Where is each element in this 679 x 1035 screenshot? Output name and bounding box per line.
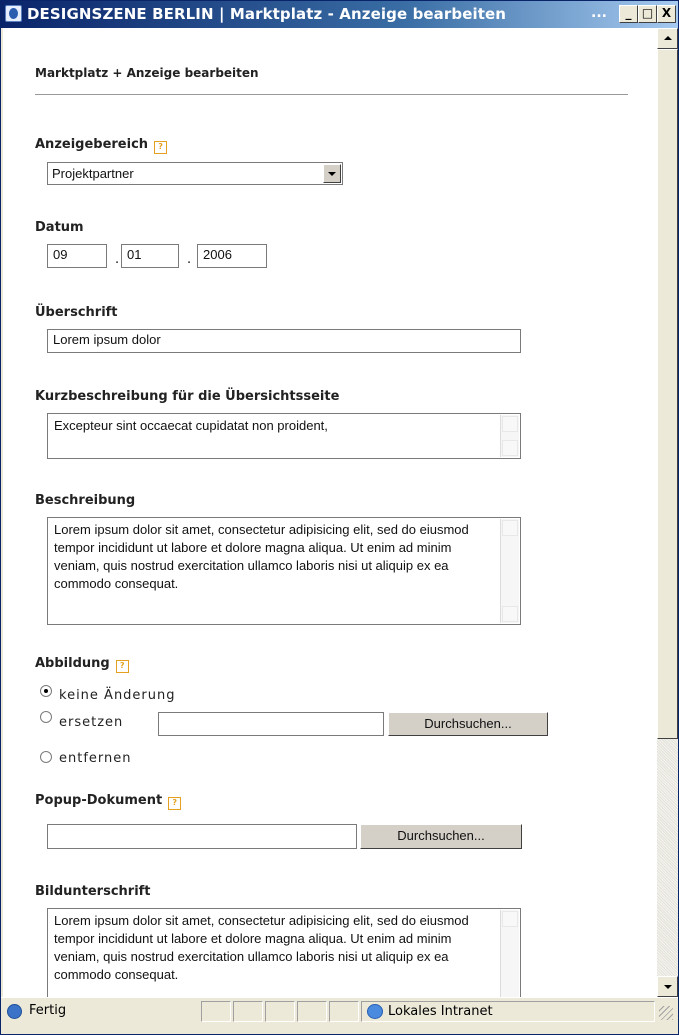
radio-ersetzen[interactable]: [40, 711, 52, 723]
radio-label-ersetzen: ersetzen: [59, 715, 124, 730]
datum-year-input[interactable]: 2006: [197, 244, 267, 268]
scroll-thumb[interactable]: [657, 49, 678, 739]
bildunterschrift-textarea[interactable]: Lorem ipsum dolor sit amet, consectetur …: [47, 908, 521, 997]
textarea-scrollbar[interactable]: [500, 910, 519, 997]
beschreibung-textarea[interactable]: Lorem ipsum dolor sit amet, consectetur …: [47, 517, 521, 625]
date-separator: .: [115, 252, 120, 267]
resize-grip-icon[interactable]: [659, 1006, 673, 1020]
textarea-scrollbar[interactable]: [500, 519, 519, 623]
beschreibung-label: Beschreibung: [35, 493, 136, 508]
kurzbeschreibung-label: Kurzbeschreibung für die Übersichtsseite: [35, 389, 340, 404]
textarea-scrollbar[interactable]: [500, 415, 519, 457]
browser-popup-window: DESIGNSZENE BERLIN | Marktplatz - Anzeig…: [0, 0, 679, 1035]
zone-panel: Lokales Intranet: [361, 1001, 655, 1022]
close-button[interactable]: X: [657, 5, 676, 23]
page-content: Marktplatz + Anzeige bearbeiten Anzeigeb…: [3, 28, 657, 997]
status-panel: [201, 1001, 231, 1022]
datum-day-input[interactable]: 09: [47, 244, 107, 268]
zone-text: Lokales Intranet: [388, 1004, 493, 1019]
help-icon[interactable]: ?: [154, 141, 168, 154]
abbildung-browse-button[interactable]: Durchsuchen...: [388, 712, 548, 736]
status-panel: [265, 1001, 295, 1022]
ueberschrift-input[interactable]: Lorem ipsum dolor: [47, 329, 521, 353]
minimize-button[interactable]: _: [619, 5, 638, 23]
status-text: Fertig: [29, 1003, 67, 1018]
date-separator: .: [187, 252, 192, 267]
maximize-button[interactable]: □: [638, 5, 657, 23]
beschreibung-text: Lorem ipsum dolor sit amet, consectetur …: [54, 522, 469, 591]
help-icon[interactable]: ?: [168, 797, 182, 810]
abbildung-label: Abbildung?: [35, 656, 129, 673]
radio-label-keine-aenderung: keine Änderung: [59, 688, 176, 703]
scroll-down-button[interactable]: [657, 976, 678, 997]
status-panel: [297, 1001, 327, 1022]
datum-label: Datum: [35, 220, 84, 235]
anzeigebereich-select[interactable]: Projektpartner: [47, 162, 343, 185]
status-bar: Fertig Lokales Intranet: [1, 997, 678, 1034]
title-divider: [35, 94, 628, 95]
status-panel: [329, 1001, 359, 1022]
bildunterschrift-label: Bildunterschrift: [35, 884, 151, 899]
abbildung-file-input[interactable]: [158, 712, 384, 736]
popup-dokument-label: Popup-Dokument?: [35, 793, 182, 810]
chevron-down-icon[interactable]: [323, 164, 341, 183]
help-icon[interactable]: ?: [115, 660, 129, 673]
kurzbeschreibung-text: Excepteur sint occaecat cupidatat non pr…: [54, 418, 328, 433]
anzeigebereich-label: Anzeigebereich?: [35, 137, 168, 154]
ie-icon: [5, 5, 22, 22]
title-bar[interactable]: DESIGNSZENE BERLIN | Marktplatz - Anzeig…: [1, 1, 678, 28]
radio-label-entfernen: entfernen: [59, 751, 132, 766]
radio-keine-aenderung[interactable]: [40, 685, 52, 697]
ueberschrift-label: Überschrift: [35, 305, 118, 320]
popup-browse-button[interactable]: Durchsuchen...: [360, 824, 522, 849]
window-scrollbar[interactable]: [657, 28, 678, 997]
title-ellipsis: ...: [591, 5, 607, 21]
radio-entfernen[interactable]: [40, 751, 52, 763]
kurzbeschreibung-textarea[interactable]: Excepteur sint occaecat cupidatat non pr…: [47, 413, 521, 459]
page-title: Marktplatz + Anzeige bearbeiten: [35, 66, 259, 80]
status-panel: [233, 1001, 263, 1022]
intranet-globe-icon: [367, 1004, 383, 1019]
page-icon: [7, 1004, 22, 1019]
popup-file-input[interactable]: [47, 824, 357, 849]
datum-month-input[interactable]: 01: [121, 244, 179, 268]
bildunterschrift-text: Lorem ipsum dolor sit amet, consectetur …: [54, 913, 469, 982]
anzeigebereich-value: Projektpartner: [52, 166, 134, 181]
window-title: DESIGNSZENE BERLIN | Marktplatz - Anzeig…: [27, 5, 507, 23]
scroll-up-button[interactable]: [657, 28, 678, 49]
